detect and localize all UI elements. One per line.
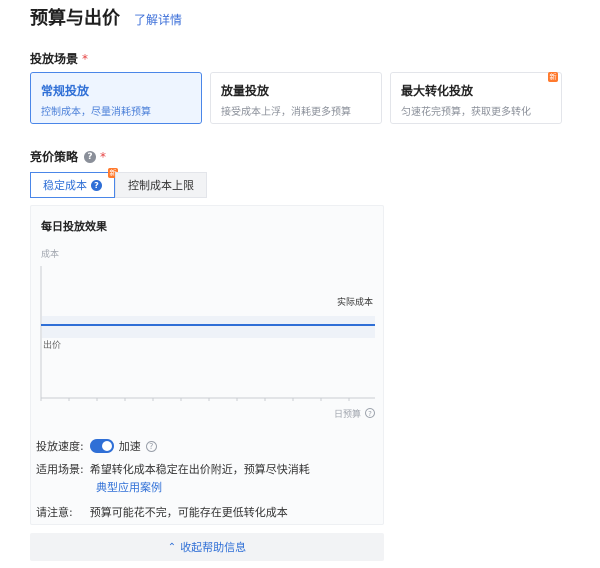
scenario-text: 希望转化成本稳定在出价附近，预算尽快消耗	[89, 463, 310, 476]
question-icon[interactable]: ?	[91, 179, 102, 191]
collapse-help-button[interactable]: ⌃ 收起帮助信息	[30, 533, 384, 561]
scene-option-title: 最大转化投放	[401, 84, 474, 98]
scene-option-desc: 匀速花完预算，获取更多转化	[401, 107, 531, 118]
note-row: 请注意: 预算可能花不完，可能存在更低转化成本	[36, 504, 288, 520]
speed-label: 投放速度:	[36, 440, 84, 453]
tab-stable-cost[interactable]: 稳定成本 ? 新	[30, 168, 118, 198]
speed-toggle[interactable]	[89, 439, 114, 453]
placement-scene-label: 投放场景 *	[30, 50, 88, 67]
bid-label: 出价	[43, 339, 61, 351]
new-badge: 新	[548, 72, 558, 82]
question-mark: ?	[368, 410, 372, 418]
daily-effect-chart: 成本 实际成本 出价 日预算 ?	[40, 248, 375, 420]
note-text: 预算可能花不完，可能存在更低转化成本	[89, 506, 288, 519]
scene-option-max-conversion[interactable]: 新 最大转化投放 匀速花完预算，获取更多转化	[390, 72, 562, 124]
required-mark: *	[82, 51, 89, 66]
tab-cost-cap[interactable]: 控制成本上限	[115, 172, 207, 198]
y-axis-label: 成本	[41, 248, 59, 260]
typical-case-link[interactable]: 典型应用案例	[96, 479, 162, 495]
series-label-actual-cost: 实际成本	[337, 296, 373, 308]
required-mark: *	[100, 149, 107, 164]
note-label: 请注意:	[36, 506, 73, 519]
question-icon[interactable]: ?	[145, 440, 157, 452]
bid-strategy-label: 竞价策略 ? *	[30, 148, 106, 165]
help-panel: 每日投放效果 成本 实际成本 出价 日预算 ?	[30, 205, 384, 525]
scenario-label: 适用场景:	[36, 463, 84, 476]
collapse-label: 收起帮助信息	[180, 541, 247, 554]
scenario-row: 适用场景: 希望转化成本稳定在出价附近，预算尽快消耗	[36, 461, 310, 477]
scene-option-volume[interactable]: 放量投放 接受成本上浮，消耗更多预算	[210, 72, 382, 124]
question-icon[interactable]: ?	[84, 150, 97, 163]
scene-option-desc: 控制成本，尽量消耗预算	[41, 107, 151, 118]
scene-option-desc: 接受成本上浮，消耗更多预算	[221, 107, 351, 118]
page-header: 预算与出价 了解详情	[30, 4, 182, 30]
placement-scene-label-text: 投放场景	[30, 52, 79, 66]
scene-option-title: 放量投放	[221, 84, 270, 98]
bid-strategy-tabs: 稳定成本 ? 新 控制成本上限	[30, 168, 207, 198]
tab-label: 控制成本上限	[128, 179, 194, 192]
scene-option-regular[interactable]: 常规投放 控制成本，尽量消耗预算	[30, 72, 202, 124]
bid-band	[42, 316, 375, 338]
chevron-up-icon: ⌃	[167, 541, 177, 553]
x-axis-label: 日预算	[334, 408, 361, 420]
bid-strategy-label-text: 竞价策略	[30, 150, 79, 164]
learn-more-link[interactable]: 了解详情	[134, 11, 182, 28]
speed-row: 投放速度: 加速 ?	[36, 438, 157, 454]
placement-scene-options: 常规投放 控制成本，尽量消耗预算 放量投放 接受成本上浮，消耗更多预算 新 最大…	[30, 72, 562, 124]
speed-value: 加速	[118, 440, 141, 453]
tab-label: 稳定成本	[43, 179, 87, 192]
scene-option-title: 常规投放	[41, 84, 90, 98]
page-title: 预算与出价	[30, 8, 120, 29]
